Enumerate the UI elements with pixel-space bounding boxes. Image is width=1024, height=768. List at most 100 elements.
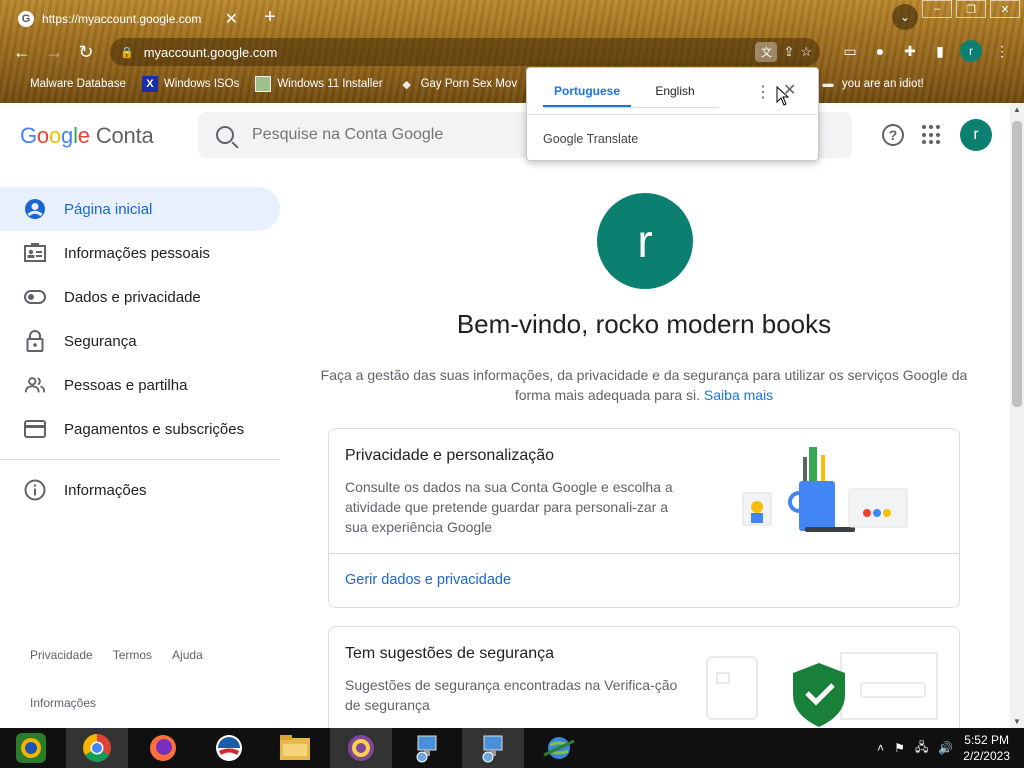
sidebar-item-data-privacy[interactable]: Dados e privacidade <box>0 275 280 319</box>
logo-letter: G <box>20 123 37 148</box>
obama-logo-taskbar-icon[interactable] <box>198 728 260 768</box>
info-link[interactable]: Informações <box>30 696 96 710</box>
info-icon <box>24 479 46 501</box>
profile-avatar-large[interactable]: r <box>597 193 693 289</box>
logo-letter: o <box>36 123 49 148</box>
start-button[interactable] <box>0 728 62 768</box>
volume-icon[interactable]: 🔊 <box>938 741 953 755</box>
toggle-icon <box>24 286 46 308</box>
url-text: myaccount.google.com <box>143 44 278 60</box>
sidebar-item-home[interactable]: Página inicial <box>0 187 280 231</box>
globe-app-taskbar-icon[interactable] <box>528 728 590 768</box>
tab-target-language[interactable]: English <box>631 78 719 107</box>
flag-icon: ▬ <box>822 78 834 90</box>
brand-suffix: Translate <box>586 132 639 146</box>
privacy-card: Privacidade e personalização Consulte os… <box>328 428 960 608</box>
scrollbar-thumb[interactable] <box>1012 121 1022 407</box>
google-conta-logo[interactable]: Google Conta <box>20 123 154 149</box>
apps-grid-icon[interactable] <box>922 125 942 145</box>
learn-more-link[interactable]: Saiba mais <box>704 387 773 403</box>
card-divider <box>329 553 959 554</box>
network-app-taskbar-icon[interactable] <box>396 728 458 768</box>
close-window-button[interactable]: ✕ <box>990 0 1020 18</box>
search-input[interactable] <box>252 126 552 144</box>
profile-avatar[interactable]: r <box>960 40 982 62</box>
page-header: GoogleConta ? r <box>0 103 1010 167</box>
bookmark-item[interactable]: ▬ you are an idiot! <box>812 76 932 92</box>
terms-link[interactable]: Termos <box>113 648 152 662</box>
sidebar-item-label: Página inicial <box>64 200 153 218</box>
file-explorer-taskbar-icon[interactable] <box>264 728 326 768</box>
sidebar-item-people-sharing[interactable]: Pessoas e partilha <box>0 363 280 407</box>
help-link[interactable]: Ajuda <box>172 648 203 662</box>
search-icon <box>216 126 234 144</box>
sidebar-item-label: Segurança <box>64 332 137 350</box>
browser-tab[interactable]: G https://myaccount.google.com ✕ <box>8 4 248 34</box>
chrome-taskbar-icon[interactable] <box>66 728 128 768</box>
privacy-link[interactable]: Privacidade <box>30 648 93 662</box>
tab-search-chevron-icon[interactable]: ⌄ <box>892 4 918 30</box>
extension-flag-icon[interactable]: ▭ <box>840 41 860 61</box>
security-illustration <box>706 652 938 727</box>
sidebar-item-security[interactable]: Segurança <box>0 319 280 363</box>
clock[interactable]: 5:52 PM 2/2/2023 <box>963 732 1010 764</box>
lock-icon <box>24 330 46 352</box>
network-icon[interactable]: 🖧 <box>915 738 928 759</box>
side-panel-icon[interactable]: ▮ <box>930 41 950 61</box>
restore-button[interactable]: ❐ <box>956 0 986 18</box>
brand-prefix: Google <box>543 132 584 146</box>
x-logo-icon: X <box>141 76 158 92</box>
sidebar-item-payments[interactable]: Pagamentos e subscrições <box>0 407 280 451</box>
bookmark-label: Gay Porn Sex Mov <box>420 78 518 90</box>
new-tab-button[interactable]: + <box>258 4 282 30</box>
address-bar[interactable]: 🔒 myaccount.google.com 文 ⇪ ☆ <box>110 38 820 66</box>
tor-browser-taskbar-icon[interactable] <box>330 728 392 768</box>
firefox-taskbar-icon[interactable] <box>132 728 194 768</box>
intro-text: Faça a gestão das suas informações, da p… <box>320 365 968 405</box>
tab-close-icon[interactable]: ✕ <box>225 9 238 29</box>
tab-source-language[interactable]: Portuguese <box>543 78 631 107</box>
clock-date: 2/2/2023 <box>963 749 1010 763</box>
extension-avatar-icon[interactable]: ● <box>870 41 890 61</box>
card-body: Sugestões de segurança encontradas na Ve… <box>345 677 678 713</box>
browser-menu-icon[interactable]: ⋮ <box>992 41 1012 61</box>
manage-data-link[interactable]: Gerir dados e privacidade <box>345 572 511 588</box>
minimize-button[interactable]: – <box>922 0 952 18</box>
network-app-2-taskbar-icon[interactable] <box>462 728 524 768</box>
card-title: Tem sugestões de segurança <box>345 645 555 662</box>
bookmark-star-icon[interactable]: ☆ <box>800 44 812 60</box>
account-avatar[interactable]: r <box>960 119 992 151</box>
bookmark-label: you are an idiot! <box>842 78 924 90</box>
logo-suffix: Conta <box>95 123 154 148</box>
action-center-flag-icon[interactable]: ⚑ <box>894 741 905 755</box>
browser-chrome: G https://myaccount.google.com ✕ + ⌄ – ❐… <box>0 0 1024 103</box>
extensions-puzzle-icon[interactable]: ✚ <box>900 41 920 61</box>
translate-page-icon[interactable]: 文 <box>755 42 778 62</box>
bookmark-item[interactable]: ◆ Gay Porn Sex Mov <box>391 76 526 92</box>
share-icon[interactable]: ⇪ <box>783 44 794 60</box>
help-icon[interactable]: ? <box>882 124 904 146</box>
back-arrow-icon[interactable]: ← <box>10 40 34 64</box>
account-page: GoogleConta ? r Página inicial Informaçõ… <box>0 103 1024 728</box>
gem-icon: ◆ <box>402 78 411 91</box>
scroll-down-icon[interactable]: ▼ <box>1013 717 1021 726</box>
image-icon <box>255 76 272 92</box>
reload-icon[interactable]: ↻ <box>74 40 98 64</box>
logo-letter: g <box>61 123 74 148</box>
bookmark-item[interactable]: X Windows ISOs <box>134 76 247 92</box>
bookmark-item[interactable]: Windows 11 Installer <box>247 76 390 92</box>
footer-links: Privacidade Termos Ajuda <box>30 648 203 662</box>
sidebar-item-about[interactable]: Informações <box>0 468 280 512</box>
account-circle-icon <box>24 198 46 220</box>
scroll-up-icon[interactable]: ▲ <box>1013 105 1021 114</box>
sidebar-item-label: Pagamentos e subscrições <box>64 420 245 438</box>
clock-time: 5:52 PM <box>964 733 1009 747</box>
forward-arrow-icon[interactable]: → <box>42 40 66 64</box>
page-scrollbar[interactable]: ▲ ▼ <box>1010 103 1024 728</box>
sidebar-item-label: Informações <box>64 481 147 499</box>
bookmark-item[interactable]: Malware Database <box>22 78 134 90</box>
more-options-icon[interactable]: ⋮ <box>755 82 771 102</box>
sidebar-nav: Página inicial Informações pessoais Dado… <box>0 187 280 512</box>
sidebar-item-personal-info[interactable]: Informações pessoais <box>0 231 280 275</box>
tray-expand-icon[interactable]: ˄ <box>877 741 884 755</box>
